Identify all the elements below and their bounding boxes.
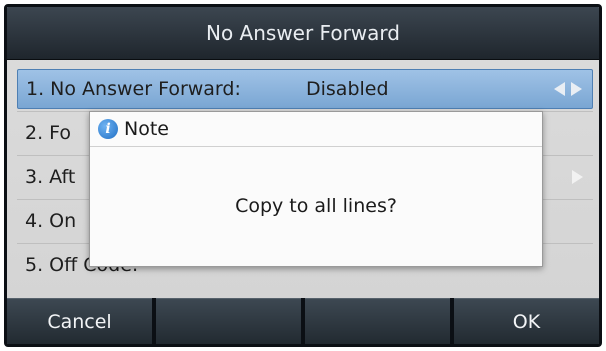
screen-title-text: No Answer Forward: [205, 21, 400, 45]
cancel-softkey[interactable]: Cancel: [7, 298, 152, 344]
phone-screen: No Answer Forward 1. No Answer Forward: …: [4, 4, 602, 347]
dialog-body: Copy to all lines?: [90, 147, 542, 265]
list-item-value: Disabled: [306, 78, 389, 100]
value-switcher[interactable]: [554, 70, 582, 108]
info-icon: i: [98, 119, 118, 139]
screen-title: No Answer Forward: [7, 7, 599, 60]
softkey-label: OK: [512, 310, 541, 333]
list-item-label: 1. No Answer Forward:: [26, 78, 241, 100]
list-item-no-answer-forward[interactable]: 1. No Answer Forward: Disabled: [17, 69, 593, 109]
value-switcher[interactable]: [572, 157, 583, 197]
arrow-right-icon[interactable]: [572, 170, 583, 184]
softkey-label: Cancel: [47, 310, 112, 333]
dialog-title: Note: [124, 118, 169, 140]
arrow-left-icon[interactable]: [554, 82, 565, 96]
dialog-message: Copy to all lines?: [235, 195, 397, 217]
softkey-bar: Cancel OK: [7, 298, 599, 344]
arrow-right-icon[interactable]: [571, 82, 582, 96]
dialog-header: i Note: [90, 112, 542, 147]
note-dialog: i Note Copy to all lines?: [89, 111, 543, 267]
ok-softkey[interactable]: OK: [454, 298, 599, 344]
empty-softkey-3[interactable]: [305, 298, 450, 344]
empty-softkey-2[interactable]: [156, 298, 301, 344]
